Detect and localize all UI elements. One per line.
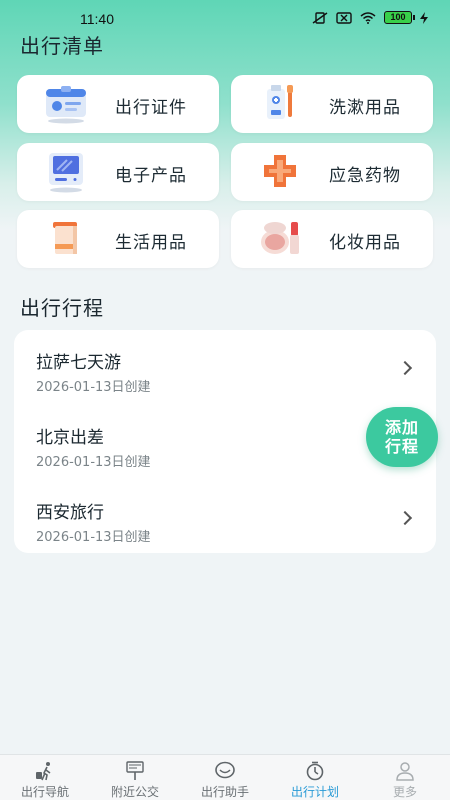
- category-card-toiletries[interactable]: 洗漱用品: [231, 75, 433, 133]
- trips-title: 出行行程: [20, 296, 104, 320]
- tab-navigation[interactable]: 出行导航: [0, 755, 90, 800]
- status-icons: 100: [312, 11, 428, 24]
- towel-icon: [53, 222, 77, 254]
- category-label: 化妆用品: [329, 233, 401, 253]
- vibrate-off-icon: [312, 11, 328, 24]
- trip-name: 西安旅行: [36, 503, 104, 523]
- category-label: 生活用品: [115, 233, 187, 253]
- tab-label: 更多: [392, 785, 417, 799]
- category-label: 应急药物: [329, 166, 401, 186]
- category-label: 出行证件: [115, 98, 187, 118]
- wifi-icon: [360, 11, 376, 24]
- trip-date: 2026-01-13日创建: [36, 380, 151, 395]
- first-aid-icon: [264, 155, 296, 187]
- toiletries-icon: [267, 85, 293, 119]
- charging-icon: [420, 11, 428, 24]
- tablet-icon: [49, 153, 83, 193]
- add-trip-label-line2: 行程: [384, 437, 419, 456]
- category-label: 电子产品: [115, 166, 187, 186]
- walking-traveler-icon: [36, 762, 51, 781]
- tab-label: 附近公交: [110, 785, 159, 799]
- tab-more[interactable]: 更多: [360, 755, 450, 800]
- trip-name: 北京出差: [36, 428, 104, 448]
- trip-item[interactable]: 拉萨七天游 2026-01-13日创建: [14, 333, 436, 407]
- tab-plans[interactable]: 出行计划: [270, 755, 360, 800]
- bus-stop-icon: [126, 761, 144, 780]
- category-label: 洗漱用品: [329, 98, 401, 118]
- trip-date: 2026-01-13日创建: [36, 530, 151, 545]
- checklist-title: 出行清单: [20, 34, 104, 58]
- category-card-electronics[interactable]: 电子产品: [17, 143, 219, 201]
- category-card-documents[interactable]: 出行证件: [17, 75, 219, 133]
- category-card-daily-goods[interactable]: 生活用品: [17, 210, 219, 268]
- category-card-cosmetics[interactable]: 化妆用品: [231, 210, 433, 268]
- add-trip-label-line1: 添加: [384, 418, 419, 437]
- trip-item[interactable]: 西安旅行 2026-01-13日创建: [14, 483, 436, 557]
- category-card-first-aid[interactable]: 应急药物: [231, 143, 433, 201]
- cosmetics-icon: [261, 222, 299, 254]
- chevron-right-icon: [397, 510, 413, 526]
- tab-nearby-bus[interactable]: 附近公交: [90, 755, 180, 800]
- add-trip-button[interactable]: 添加 行程: [366, 407, 438, 467]
- bottom-tab-bar: 出行导航 附近公交 出行助手 出行计划 更多: [0, 754, 450, 800]
- chevron-right-icon: [397, 360, 413, 376]
- status-time: 11:40: [80, 11, 114, 27]
- trip-date: 2026-01-13日创建: [36, 455, 151, 470]
- tab-label: 出行计划: [290, 785, 339, 799]
- tab-label: 出行导航: [20, 785, 69, 799]
- no-sim-icon: [336, 11, 352, 24]
- chat-icon: [215, 761, 235, 779]
- user-icon: [396, 762, 414, 781]
- id-card-icon: [46, 86, 86, 124]
- tab-label: 出行助手: [200, 785, 249, 799]
- tab-assistant[interactable]: 出行助手: [180, 755, 270, 800]
- timer-icon: [306, 761, 324, 781]
- battery-indicator: 100: [384, 11, 415, 24]
- trip-name: 拉萨七天游: [36, 353, 121, 373]
